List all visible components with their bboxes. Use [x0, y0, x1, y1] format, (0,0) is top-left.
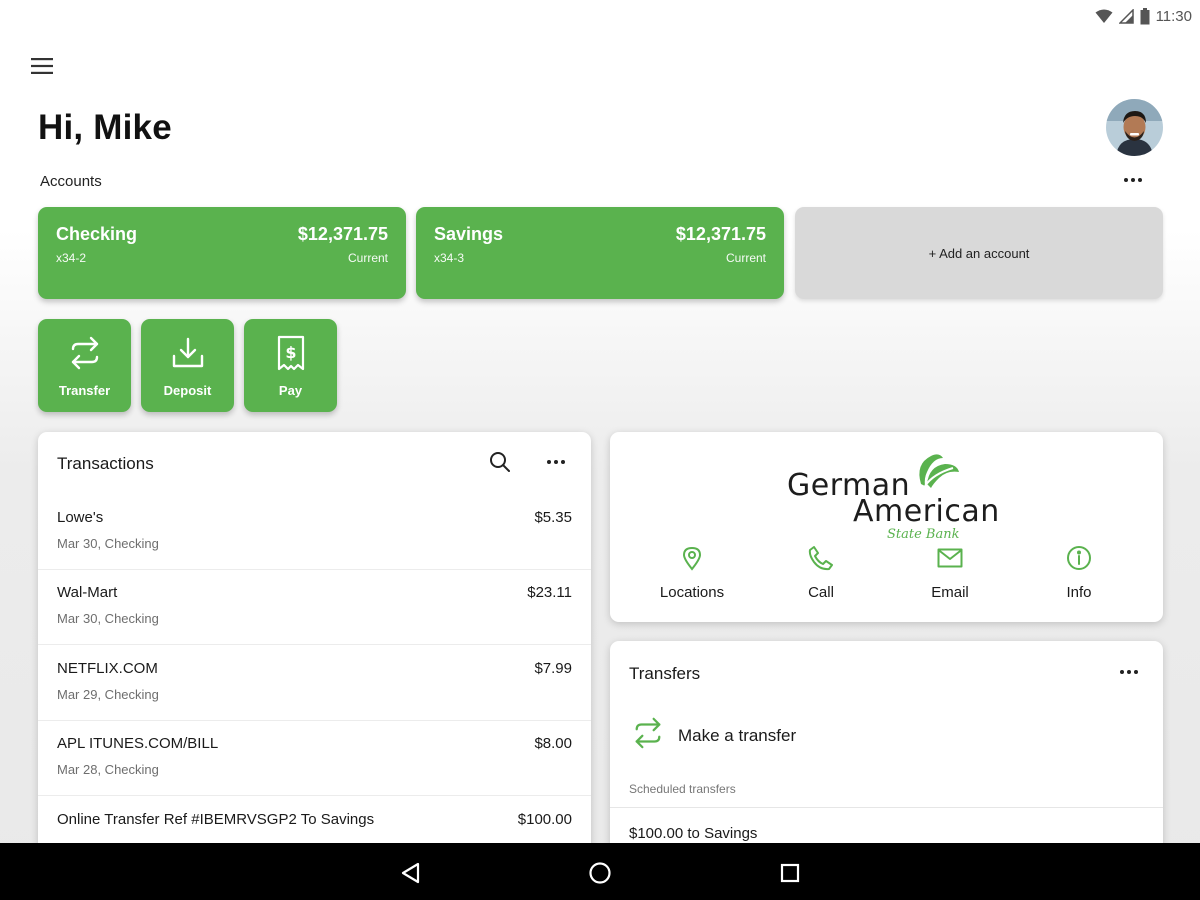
contact-label: Email	[931, 584, 969, 601]
transactions-title: Transactions	[57, 454, 154, 473]
transaction-meta: Mar 29, Checking	[57, 687, 159, 702]
account-balance: $12,371.75	[297, 224, 388, 244]
status-time: 11:30	[1155, 7, 1192, 25]
greeting-title: Hi, Mike	[38, 108, 172, 147]
scheduled-transfers-label: Scheduled transfers	[629, 782, 736, 796]
info-icon	[1019, 544, 1139, 572]
menu-icon[interactable]	[28, 52, 56, 80]
email-button[interactable]: Email	[890, 544, 1010, 601]
transfer-button[interactable]: Transfer	[38, 319, 131, 412]
home-icon[interactable]	[588, 861, 612, 885]
account-name: Checking	[56, 224, 138, 244]
pay-bill-icon: $	[276, 335, 306, 371]
recents-icon[interactable]	[778, 861, 802, 885]
contact-label: Call	[808, 584, 834, 601]
transaction-amount: $23.11	[527, 584, 572, 601]
transfers-title: Transfers	[629, 664, 701, 683]
bank-logo-line2: American	[853, 494, 1000, 529]
call-button[interactable]: Call	[761, 544, 881, 601]
deposit-icon	[171, 335, 205, 371]
action-label: Pay	[278, 383, 303, 398]
accounts-more-icon[interactable]	[1124, 178, 1142, 182]
transfer-icon	[632, 716, 664, 755]
transaction-row[interactable]: Lowe's Mar 30, Checking $5.35	[38, 495, 591, 570]
account-number: x34-2	[56, 251, 87, 265]
scheduled-transfer-item[interactable]: $100.00 to Savings	[629, 825, 757, 842]
transaction-row[interactable]: NETFLIX.COM Mar 29, Checking $7.99	[38, 646, 591, 721]
transaction-amount: $5.35	[534, 509, 572, 526]
transaction-merchant: NETFLIX.COM	[57, 660, 158, 677]
transaction-merchant: APL ITUNES.COM/BILL	[57, 735, 219, 752]
account-balance: $12,371.75	[675, 224, 766, 244]
transaction-amount: $7.99	[534, 660, 572, 677]
action-label: Transfer	[58, 383, 111, 398]
status-bar: 11:30	[0, 0, 1200, 32]
transaction-amount: $8.00	[534, 735, 572, 752]
transaction-row[interactable]: APL ITUNES.COM/BILL Mar 28, Checking $8.…	[38, 721, 591, 796]
bank-logo-line3: State Bank	[887, 527, 960, 542]
transaction-meta: Mar 28, Checking	[57, 762, 159, 777]
action-label: Deposit	[163, 383, 212, 398]
location-pin-icon	[632, 544, 752, 572]
pay-button[interactable]: $ Pay	[244, 319, 337, 412]
transfers-panel: Transfers Make a transfer Scheduled tran…	[610, 641, 1163, 852]
locations-button[interactable]: Locations	[632, 544, 752, 601]
avatar[interactable]	[1106, 99, 1163, 156]
battery-icon	[1140, 7, 1150, 25]
transfers-more-icon[interactable]	[1120, 670, 1138, 674]
account-balance-type: Current	[725, 251, 766, 265]
wifi-icon	[1095, 9, 1113, 24]
transaction-merchant: Lowe's	[57, 509, 104, 526]
contact-label: Info	[1066, 584, 1092, 601]
add-account-button[interactable]: + Add an account	[795, 207, 1163, 299]
svg-text:$: $	[285, 343, 296, 362]
transaction-meta: Mar 30, Checking	[57, 611, 159, 626]
back-icon[interactable]	[398, 861, 422, 885]
transactions-panel: Transactions Lowe's Mar 30, Checking $5.…	[38, 432, 591, 852]
transaction-meta: Mar 30, Checking	[57, 536, 159, 551]
account-card-checking[interactable]: Checking x34-2 $12,371.75 Current	[38, 207, 406, 299]
transaction-merchant: Wal-Mart	[57, 584, 118, 601]
account-name: Savings	[434, 224, 504, 244]
contact-label: Locations	[659, 584, 725, 601]
account-balance-type: Current	[347, 251, 388, 265]
bank-logo: German American State Bank	[785, 444, 999, 542]
divider	[610, 807, 1163, 808]
phone-icon	[761, 544, 881, 572]
transactions-more-icon[interactable]	[547, 460, 565, 464]
deposit-button[interactable]: Deposit	[141, 319, 234, 412]
transfer-icon	[68, 335, 102, 371]
account-number: x34-3	[434, 251, 465, 265]
make-transfer-button[interactable]: Make a transfer	[632, 716, 796, 755]
bank-info-panel: German American State Bank Locations Cal…	[610, 432, 1163, 622]
search-icon[interactable]	[488, 450, 512, 479]
accounts-label: Accounts	[40, 173, 102, 190]
info-button[interactable]: Info	[1019, 544, 1139, 601]
leaf-logo-icon	[919, 454, 959, 488]
email-icon	[890, 544, 1010, 572]
transaction-amount: $100.00	[517, 811, 572, 828]
transaction-row[interactable]: Wal-Mart Mar 30, Checking $23.11	[38, 570, 591, 645]
system-nav-bar	[0, 843, 1200, 900]
transaction-merchant: Online Transfer Ref #IBEMRVSGP2 To Savin…	[57, 811, 375, 828]
cell-signal-icon	[1118, 8, 1134, 24]
account-card-savings[interactable]: Savings x34-3 $12,371.75 Current	[416, 207, 784, 299]
make-transfer-label: Make a transfer	[678, 725, 797, 745]
